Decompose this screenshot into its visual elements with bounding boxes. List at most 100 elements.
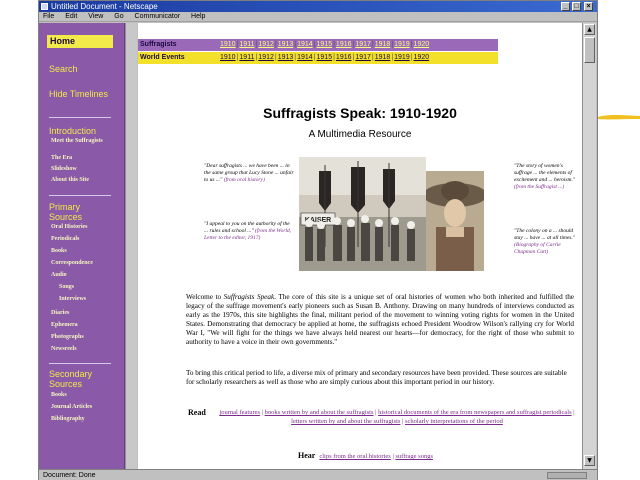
sidebar-item-interviews[interactable]: Interviews <box>59 296 86 303</box>
timeline-label: Suffragists <box>140 41 177 48</box>
timeline-year-link[interactable]: 1914 <box>297 54 313 61</box>
welcome-lead: Welcome to <box>186 293 224 301</box>
quote-left-top: "Dear suffragists ... we have been ... i… <box>204 163 294 184</box>
sidebar-item-photographs[interactable]: Photographs <box>51 334 84 341</box>
timeline-year-link[interactable]: 1917 <box>355 41 371 48</box>
sidebar-item-correspondence[interactable]: Correspondence <box>51 260 93 267</box>
sidebar-item-diaries[interactable]: Diaries <box>51 310 69 317</box>
hear-label: Hear <box>298 451 316 460</box>
menu-view[interactable]: View <box>88 13 103 20</box>
sidebar-item-about[interactable]: About this Site <box>51 177 89 184</box>
read-link[interactable]: letters written by and about the suffrag… <box>291 418 400 425</box>
sidebar-item-era[interactable]: The Era <box>51 155 72 162</box>
sidebar-introduction-heading: Introduction <box>49 126 97 136</box>
browser-window: Untitled Document - Netscape _ □ × File … <box>38 0 598 480</box>
sidebar-item-bibliography[interactable]: Bibliography <box>51 416 85 423</box>
scroll-down-icon[interactable]: ▼ <box>584 455 595 466</box>
suffragist-portrait-photo <box>426 171 484 271</box>
menu-bar: File Edit View Go Communicator Help <box>39 12 597 22</box>
read-link-list: journal features | books written by and … <box>219 409 575 425</box>
quote-right-top: "The story of women's suffrage ... the e… <box>514 163 580 191</box>
timeline-year-link[interactable]: 1919 <box>394 54 410 61</box>
frame-scrollbar[interactable] <box>125 23 137 469</box>
sidebar-hide-timelines[interactable]: Hide Timelines <box>49 89 109 99</box>
menu-go[interactable]: Go <box>114 13 123 20</box>
sidebar-primary-heading: Primary Sources <box>49 202 83 222</box>
menu-file[interactable]: File <box>43 13 54 20</box>
window-title: Untitled Document - Netscape <box>51 2 158 11</box>
netscape-icon <box>41 3 48 10</box>
sidebar-item-periodicals[interactable]: Periodicals <box>51 236 79 243</box>
timeline-year-link[interactable]: 1912 <box>258 41 274 48</box>
timeline-year-link[interactable]: 1920 <box>414 54 430 61</box>
read-link[interactable]: scholarly interpretations of the period <box>405 418 503 425</box>
status-bar: Document: Done <box>39 469 597 480</box>
timeline-year-link[interactable]: 1919 <box>394 41 410 48</box>
annotation-pen-mark <box>598 115 640 120</box>
page-subtitle: A Multimedia Resource <box>308 129 412 140</box>
minimize-button[interactable]: _ <box>561 2 570 11</box>
vertical-scrollbar[interactable]: ▲ ▼ <box>582 23 596 469</box>
hear-link[interactable]: clips from the oral histories <box>319 453 390 460</box>
sidebar-item-slideshow[interactable]: Slideshow <box>51 166 77 173</box>
timeline-year-link[interactable]: 1918 <box>375 54 391 61</box>
main-content: Suffragists 1910|1911|1912|1913|1914|191… <box>138 23 582 469</box>
timeline-year-link[interactable]: 1915 <box>317 41 333 48</box>
timeline-year-link[interactable]: 1911 <box>239 54 254 61</box>
menu-help[interactable]: Help <box>191 13 205 20</box>
timeline-year-link[interactable]: 1910 <box>220 41 236 48</box>
sidebar-item-meet[interactable]: Meet the Suffragists <box>51 138 103 145</box>
sidebar-item-newsreels[interactable]: Newsreels <box>51 346 77 353</box>
timeline-year-link[interactable]: 1911 <box>239 41 254 48</box>
sidebar-item-journal-articles[interactable]: Journal Articles <box>51 404 92 411</box>
intro-paragraph: To bring this critical period to life, a… <box>186 369 567 386</box>
status-indicators <box>547 472 587 479</box>
timeline-years: 1910|1911|1912|1913|1914|1915|1916|1917|… <box>220 54 430 61</box>
sidebar-item-secondary-books[interactable]: Books <box>51 392 67 399</box>
menu-edit[interactable]: Edit <box>65 13 77 20</box>
scroll-up-icon[interactable]: ▲ <box>584 24 595 35</box>
timeline-year-link[interactable]: 1915 <box>317 54 333 61</box>
close-button[interactable]: × <box>584 2 593 11</box>
sidebar-secondary-heading: Secondary Sources <box>49 369 93 389</box>
sidebar-item-books[interactable]: Books <box>51 248 67 255</box>
timeline-year-link[interactable]: 1917 <box>355 54 371 61</box>
maximize-button[interactable]: □ <box>572 2 581 11</box>
sidebar-item-songs[interactable]: Songs <box>59 284 74 291</box>
timeline-label: World Events <box>140 54 185 61</box>
quote-cite-link[interactable]: (Biography of Carrie Chapman Catt) <box>514 242 561 255</box>
quote-cite-link[interactable]: (from the Suffragist ...) <box>514 184 564 190</box>
sidebar-divider <box>49 363 111 364</box>
timeline-year-link[interactable]: 1912 <box>258 54 274 61</box>
suffrage-parade-photo: KAISER <box>299 157 426 271</box>
timeline-year-link[interactable]: 1918 <box>375 41 391 48</box>
world-events-timeline: World Events 1910|1911|1912|1913|1914|19… <box>138 52 498 64</box>
welcome-paragraph: Welcome to Suffragists Speak. The core o… <box>186 293 574 347</box>
sidebar-item-ephemera[interactable]: Ephemera <box>51 322 78 329</box>
quote-left-bottom: "I appeal to you on the authority of the… <box>204 221 294 242</box>
read-link[interactable]: books written by and about the suffragis… <box>265 409 374 416</box>
timeline-year-link[interactable]: 1910 <box>220 54 236 61</box>
hear-link[interactable]: suffrage songs <box>395 453 433 460</box>
sidebar-search[interactable]: Search <box>49 64 78 74</box>
sidebar-nav: Home Search Hide Timelines Introduction … <box>39 23 125 469</box>
timeline-year-link[interactable]: 1920 <box>414 41 430 48</box>
quote-cite-link[interactable]: (from oral history) <box>224 177 265 183</box>
scroll-thumb[interactable] <box>584 37 595 63</box>
status-text: Document: Done <box>43 472 96 479</box>
timeline-year-link[interactable]: 1916 <box>336 41 352 48</box>
sidebar-home[interactable]: Home <box>47 35 113 48</box>
parade-image: KAISER <box>299 157 426 271</box>
timeline-year-link[interactable]: 1913 <box>278 41 294 48</box>
sidebar-item-oral-histories[interactable]: Oral Histories <box>51 224 88 231</box>
page-title: Suffragists Speak: 1910-1920 <box>263 105 457 121</box>
timeline-year-link[interactable]: 1914 <box>297 41 313 48</box>
read-link[interactable]: journal features <box>219 409 260 416</box>
sidebar-item-audio[interactable]: Audio <box>51 272 67 279</box>
timeline-year-link[interactable]: 1913 <box>278 54 294 61</box>
read-link[interactable]: historical documents of the era from new… <box>378 409 572 416</box>
timeline-year-link[interactable]: 1916 <box>336 54 352 61</box>
portrait-image <box>426 171 484 271</box>
quote-text: "The colony on a ... should stay ... hav… <box>514 228 576 241</box>
menu-communicator[interactable]: Communicator <box>135 13 181 20</box>
